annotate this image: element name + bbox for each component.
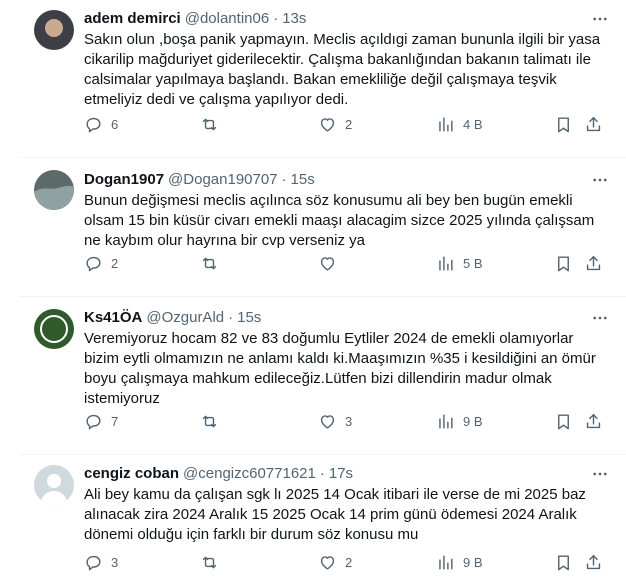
tweet-actions: 3 2 9 B	[84, 552, 610, 572]
bookmark-button[interactable]	[554, 412, 573, 431]
retweet-icon	[202, 257, 217, 269]
share-icon	[586, 255, 601, 270]
bookmark-icon	[558, 255, 569, 271]
view-count: 9 B	[463, 554, 483, 570]
retweet-button[interactable]	[200, 412, 227, 431]
share-button[interactable]	[584, 115, 603, 134]
retweet-icon	[202, 556, 217, 568]
share-icon	[586, 554, 601, 569]
reply-button[interactable]: 6	[84, 115, 118, 134]
reply-icon	[86, 256, 101, 271]
reply-button[interactable]: 2	[84, 254, 118, 273]
reply-count: 3	[111, 554, 119, 570]
retweet-icon	[202, 118, 217, 130]
tweet[interactable]: Ks41ÖA @OzgurAld · 15s Veremiyoruz hocam…	[20, 297, 626, 455]
avatar[interactable]	[34, 170, 74, 210]
share-button[interactable]	[584, 412, 603, 431]
reply-count: 7	[111, 413, 119, 429]
like-count: 2	[345, 554, 353, 570]
like-button[interactable]: 2	[318, 553, 352, 572]
views-icon	[439, 255, 453, 271]
avatar[interactable]	[34, 465, 74, 505]
views-button[interactable]: 5 B	[436, 254, 483, 273]
reply-icon	[86, 414, 101, 429]
like-icon	[320, 555, 335, 570]
views-button[interactable]: 9 B	[436, 412, 483, 431]
like-count: 3	[345, 413, 353, 429]
bookmark-icon	[558, 554, 569, 570]
tweet[interactable]: cengiz coban @cengizc60771621 · 17s Ali …	[20, 455, 626, 580]
like-icon	[320, 414, 335, 429]
tweet-actions: 6 2 4 B	[84, 114, 610, 134]
reply-button[interactable]: 7	[84, 412, 118, 431]
like-count: 2	[345, 116, 353, 132]
like-button[interactable]: 3	[318, 412, 352, 431]
views-button[interactable]: 9 B	[436, 553, 483, 572]
tweet-feed: adem demirci @dolantin06 · 13s Sakın olu…	[20, 0, 626, 580]
views-icon	[439, 554, 453, 570]
retweet-button[interactable]	[200, 254, 227, 273]
share-button[interactable]	[584, 254, 603, 273]
avatar[interactable]	[34, 10, 74, 50]
views-icon	[439, 116, 453, 132]
view-count: 5 B	[463, 255, 483, 271]
avatar[interactable]	[34, 309, 74, 349]
share-button[interactable]	[584, 553, 603, 572]
retweet-icon	[202, 415, 217, 427]
tweet-actions: 2 5 B	[84, 253, 610, 273]
views-button[interactable]: 4 B	[436, 115, 483, 134]
bookmark-button[interactable]	[554, 553, 573, 572]
tweet[interactable]: Dogan1907 @Dogan190707 · 15s Bunun değiş…	[20, 158, 626, 297]
view-count: 4 B	[463, 116, 483, 132]
retweet-button[interactable]	[200, 553, 227, 572]
retweet-button[interactable]	[200, 115, 227, 134]
bookmark-button[interactable]	[554, 115, 573, 134]
reply-count: 2	[111, 255, 119, 271]
views-icon	[439, 413, 453, 429]
like-button[interactable]	[318, 254, 345, 273]
like-button[interactable]: 2	[318, 115, 352, 134]
bookmark-button[interactable]	[554, 254, 573, 273]
tweet-actions: 7 3 9 B	[84, 411, 610, 431]
bookmark-icon	[558, 116, 569, 132]
like-icon	[320, 256, 335, 271]
reply-button[interactable]: 3	[84, 553, 118, 572]
view-count: 9 B	[463, 413, 483, 429]
share-icon	[586, 413, 601, 428]
reply-icon	[86, 555, 101, 570]
like-icon	[320, 117, 335, 132]
reply-icon	[86, 117, 101, 132]
bookmark-icon	[558, 413, 569, 429]
reply-count: 6	[111, 116, 119, 132]
share-icon	[586, 116, 601, 131]
tweet[interactable]: adem demirci @dolantin06 · 13s Sakın olu…	[20, 0, 626, 158]
